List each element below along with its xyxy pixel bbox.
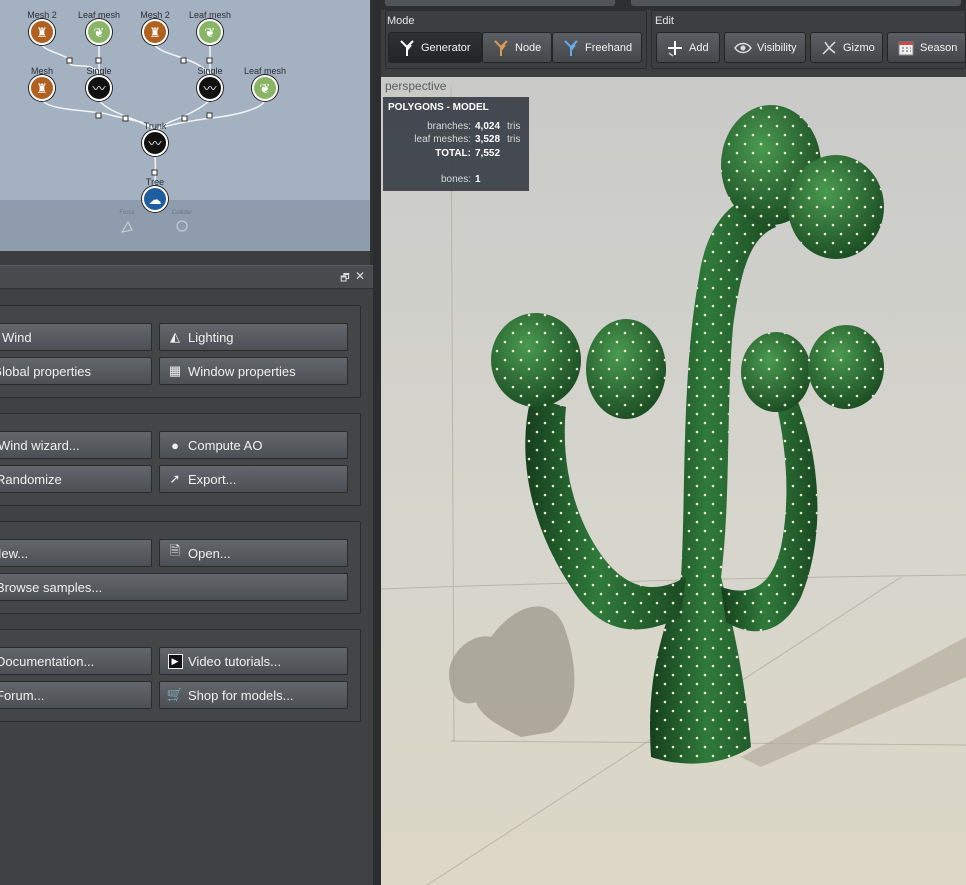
new-button[interactable]: New... [0,539,152,567]
group-files: New... 🗎Open... Browse samples... [0,521,361,614]
open-button[interactable]: 🗎 Open... [159,539,348,567]
mesh-node-icon: ♜ [149,24,161,40]
visibility-icon [733,38,753,58]
edit-section-label: Edit [655,15,674,27]
tree-node-icon: ☁ [148,191,162,207]
stats-branches-label: branches: [427,121,471,132]
graph-node-single[interactable]: 〰 [86,75,112,101]
stats-branches-unit: tris [507,121,521,132]
leaf-node-icon: ❦ [204,24,216,40]
viewport-scene [381,86,966,885]
graph-node-mesh[interactable]: ♜ [142,19,168,45]
view-name-label: perspective [385,79,447,93]
branch-orange-icon [491,38,511,58]
3d-viewport[interactable]: perspective POLYGONS - MODEL branches: 4… [381,77,966,885]
mode-section-label: Mode [387,15,415,27]
randomize-button[interactable]: Randomize [0,465,152,493]
branch-blue-icon [561,38,581,58]
graph-node-leaf[interactable]: ❦ [197,19,223,45]
stats-heading: POLYGONS - MODEL [388,102,489,113]
add-plus-icon [665,38,685,58]
graph-node-leaf[interactable]: ❦ [86,19,112,45]
stats-total-value: 7,552 [475,148,501,159]
single-node-icon: 〰 [203,80,217,96]
toolbar: Mode Edit Generator Node Freehand Add Vi… [381,0,966,75]
mesh-node-icon: ♜ [36,80,48,96]
stats-leaf-value: 3,528 [475,134,501,145]
stats-bones-value: 1 [475,174,481,185]
window-properties-button[interactable]: ▦ Window properties [159,357,348,385]
mesh-node-icon: ♜ [36,24,48,40]
graph-node-mesh[interactable]: ♜ [29,75,55,101]
mode-generator-button[interactable]: Generator [388,32,482,63]
stats-total-label: TOTAL: [435,148,471,159]
trunk-node-icon: 〰 [148,135,162,151]
calendar-icon [896,38,916,58]
squirrel-shadow [449,606,575,737]
forum-button[interactable]: Forum... [0,681,152,709]
wind-button[interactable]: Wind [0,323,152,351]
lighting-button[interactable]: ◭ Lighting [159,323,348,351]
group-scene: Wind ◭ Lighting Global properties ▦ Window… [0,305,361,398]
window-grid-icon: ▦ [168,363,182,378]
graph-node-leaf[interactable]: ❦ [252,75,278,101]
open-file-icon: 🗎 [169,543,181,558]
export-button[interactable]: ➚ Export... [159,465,348,493]
sphere-icon: ● [171,437,179,453]
ghost-label-collider: Collider [171,210,193,216]
panel-titlebar: 🗗 ✕ [0,265,373,289]
group-help: Documentation... ▶ Video tutorials... For… [0,629,361,722]
edit-season-button[interactable]: Season [887,32,966,63]
stats-leaf-label: leaf meshes: [414,134,471,145]
lamp-icon: ◭ [170,329,180,344]
graph-node-trunk[interactable]: 〰 [142,130,168,156]
node-graph-panel[interactable]: Mesh 2 ♜ Leaf mesh ❦ Mesh 2 ♜ Leaf mesh ❦ Mesh ♜ S… [0,0,370,251]
leaf-node-icon: ❦ [93,24,105,40]
edit-add-button[interactable]: Add [656,32,720,63]
video-tutorials-button[interactable]: ▶ Video tutorials... [159,647,348,675]
compute-ao-button[interactable]: ● Compute AO [159,431,348,459]
browse-samples-button[interactable]: Browse samples... [0,573,348,601]
documentation-button[interactable]: Documentation... [0,647,152,675]
gizmo-icon [819,38,839,58]
branch-white-icon [397,38,417,58]
cart-icon: 🛒 [166,687,184,702]
stats-bones-label: bones: [440,174,471,185]
single-node-icon: 〰 [92,80,106,96]
stats-branches-value: 4,024 [475,121,501,132]
leaf-node-icon: ❦ [259,80,271,96]
mode-node-button[interactable]: Node [482,32,552,63]
toolbar-top-strip [381,0,966,10]
restore-icon[interactable]: 🗗 [338,271,352,288]
cactus-shadow [741,637,966,767]
wind-wizard-button[interactable]: Wind wizard... [0,431,152,459]
stats-leaf-unit: tris [507,134,521,145]
edit-visibility-button[interactable]: Visibility [724,32,806,63]
group-tools: Wind wizard... ● Compute AO Randomize ➚ Ex… [0,413,361,506]
shop-for-models-button[interactable]: 🛒 Shop for models... [159,681,348,709]
edit-gizmo-button[interactable]: Gizmo [810,32,883,63]
graph-node-mesh[interactable]: ♜ [29,19,55,45]
panel-splitter[interactable] [373,0,381,885]
ghost-node-icons [120,220,188,233]
mode-freehand-button[interactable]: Freehand [552,32,642,63]
graph-node-single[interactable]: 〰 [197,75,223,101]
close-icon[interactable]: ✕ [353,269,367,283]
graph-node-tree[interactable]: ☁ [142,186,168,212]
global-properties-button[interactable]: Global properties [0,357,152,385]
export-arrow-icon: ➚ [169,471,181,486]
polygon-stats-overlay: POLYGONS - MODEL branches: 4,024 tris le… [383,97,529,191]
ghost-label-force: Force [119,210,135,216]
tools-panel: 🗗 ✕ Wind ◭ Lighting Global properties ▦ Wi… [0,265,373,885]
play-icon: ▶ [166,652,184,670]
